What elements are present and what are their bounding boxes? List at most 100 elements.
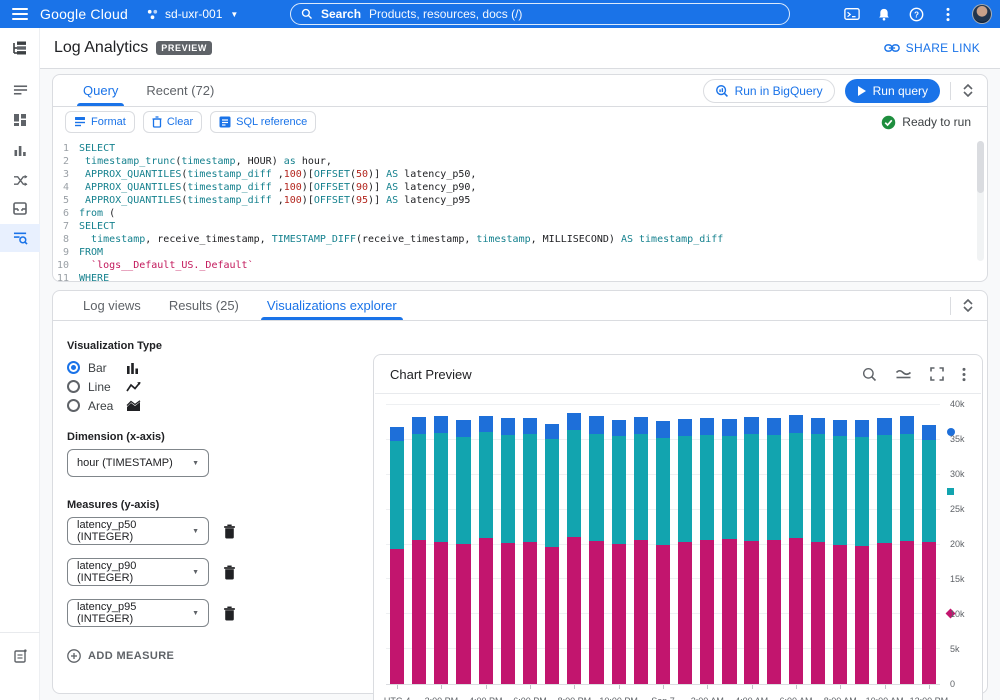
- chart-bars: [386, 405, 940, 684]
- stacked-bar[interactable]: [855, 405, 869, 684]
- chart-zoom-icon[interactable]: [862, 367, 877, 382]
- x-axis-label: 2:00 PM: [425, 696, 459, 700]
- stacked-bar[interactable]: [811, 405, 825, 684]
- stacked-bar[interactable]: [900, 405, 914, 684]
- x-axis-tick: [486, 685, 487, 689]
- trash-icon: [152, 116, 162, 128]
- bar-segment-latency_p50: [833, 545, 847, 685]
- x-axis-tick: [530, 685, 531, 689]
- y-axis-label: 5k: [950, 644, 960, 654]
- chart-plot[interactable]: [386, 405, 940, 685]
- cloud-shell-icon[interactable]: [844, 6, 860, 22]
- add-measure-button[interactable]: ADD MEASURE: [67, 649, 367, 663]
- sidebar-item-logs-dashboard[interactable]: [0, 106, 40, 134]
- bar-segment-latency_p95: [545, 424, 559, 439]
- stacked-bar[interactable]: [479, 405, 493, 684]
- bar-segment-latency_p50: [678, 542, 692, 684]
- viz-type-line-radio[interactable]: Line: [67, 377, 367, 396]
- sidebar-item-log-storage[interactable]: [0, 194, 40, 222]
- stacked-bar[interactable]: [877, 405, 891, 684]
- sidebar-item-logs-explorer[interactable]: [0, 76, 40, 104]
- stacked-bar[interactable]: [744, 405, 758, 684]
- stacked-bar[interactable]: [722, 405, 736, 684]
- stacked-bar[interactable]: [412, 405, 426, 684]
- stacked-bar[interactable]: [767, 405, 781, 684]
- stacked-bar[interactable]: [456, 405, 470, 684]
- viz-type-area-radio[interactable]: Area: [67, 396, 367, 415]
- chevron-down-icon: ▼: [192, 460, 199, 467]
- menu-icon[interactable]: [12, 8, 28, 20]
- sidebar-item-log-metrics[interactable]: [0, 136, 40, 164]
- run-query-button[interactable]: Run query: [845, 79, 940, 103]
- tab-label: Results (25): [169, 298, 239, 313]
- bar-segment-latency_p95: [789, 415, 803, 433]
- sidebar-item-logs-router[interactable]: [0, 166, 40, 194]
- tab-query[interactable]: Query: [69, 75, 132, 106]
- tab-visualizations-explorer[interactable]: Visualizations explorer: [253, 291, 411, 320]
- stacked-bar[interactable]: [922, 405, 936, 684]
- project-selector[interactable]: sd-uxr-001 ▼: [146, 7, 238, 21]
- stacked-bar[interactable]: [678, 405, 692, 684]
- line-number: 6: [53, 207, 79, 220]
- stacked-bar[interactable]: [589, 405, 603, 684]
- share-link-label: SHARE LINK: [906, 41, 980, 55]
- bar-segment-latency_p90: [456, 437, 470, 544]
- notifications-bell-icon[interactable]: [876, 6, 892, 22]
- radio-label: Area: [88, 399, 118, 413]
- collapse-panel-control[interactable]: [961, 82, 975, 99]
- chart-smoothing-icon[interactable]: [895, 368, 912, 380]
- bar-segment-latency_p50: [811, 542, 825, 684]
- stacked-bar[interactable]: [434, 405, 448, 684]
- delete-measure-icon[interactable]: [223, 524, 236, 539]
- area-chart-icon: [126, 400, 141, 412]
- dimension-select[interactable]: hour (TIMESTAMP) ▼: [67, 449, 209, 477]
- clear-button[interactable]: Clear: [143, 111, 202, 133]
- stacked-bar[interactable]: [634, 405, 648, 684]
- format-button[interactable]: Format: [65, 111, 135, 133]
- fullscreen-icon[interactable]: [930, 367, 944, 381]
- stacked-bar[interactable]: [501, 405, 515, 684]
- line-number: 9: [53, 246, 79, 259]
- chart-more-options-icon[interactable]: [962, 367, 966, 382]
- query-tabbar: Query Recent (72) Run in BigQuery Run qu…: [53, 75, 987, 107]
- stacked-bar[interactable]: [789, 405, 803, 684]
- measure-select-3[interactable]: latency_p95 (INTEGER) ▼: [67, 599, 209, 627]
- stacked-bar[interactable]: [523, 405, 537, 684]
- bar-slot: [741, 405, 763, 684]
- run-in-bigquery-button[interactable]: Run in BigQuery: [703, 79, 835, 103]
- sql-reference-button[interactable]: SQL reference: [210, 111, 316, 133]
- share-link-button[interactable]: SHARE LINK: [884, 41, 980, 55]
- query-status: Ready to run: [881, 115, 971, 130]
- stacked-bar[interactable]: [545, 405, 559, 684]
- logging-product-icon[interactable]: [0, 28, 39, 68]
- more-options-icon[interactable]: [940, 6, 956, 22]
- bar-segment-latency_p50: [523, 542, 537, 684]
- x-axis-tick: [840, 685, 841, 689]
- stacked-bar[interactable]: [612, 405, 626, 684]
- measure-select-2[interactable]: latency_p90 (INTEGER) ▼: [67, 558, 209, 586]
- stacked-bar[interactable]: [390, 405, 404, 684]
- tab-log-views[interactable]: Log views: [69, 291, 155, 320]
- google-cloud-logo[interactable]: Google Cloud: [40, 6, 128, 22]
- stacked-bar[interactable]: [833, 405, 847, 684]
- tab-recent[interactable]: Recent (72): [132, 75, 228, 106]
- sql-editor[interactable]: 1SELECT2 timestamp_trunc(timestamp, HOUR…: [53, 137, 987, 285]
- avatar[interactable]: [972, 4, 992, 24]
- sidebar-item-log-analytics[interactable]: [0, 224, 40, 252]
- viz-type-bar-radio[interactable]: Bar: [67, 358, 367, 377]
- measure-select-1[interactable]: latency_p50 (INTEGER) ▼: [67, 517, 209, 545]
- stacked-bar[interactable]: [656, 405, 670, 684]
- chart-area: 05k10k15k20k25k30k35k40k UTC-42:00 PM4:0…: [374, 395, 982, 700]
- stacked-bar[interactable]: [700, 405, 714, 684]
- delete-measure-icon[interactable]: [223, 606, 236, 621]
- editor-scrollbar[interactable]: [977, 141, 984, 261]
- search-input[interactable]: Search Products, resources, docs (/): [290, 3, 790, 25]
- delete-measure-icon[interactable]: [223, 565, 236, 580]
- collapse-panel-control[interactable]: [961, 297, 975, 314]
- help-icon[interactable]: ?: [908, 6, 924, 22]
- y-axis-label: 10k: [950, 609, 965, 619]
- tab-results[interactable]: Results (25): [155, 291, 253, 320]
- x-axis-tick: [929, 685, 930, 689]
- sidebar-item-release-notes[interactable]: [0, 642, 40, 670]
- stacked-bar[interactable]: [567, 405, 581, 684]
